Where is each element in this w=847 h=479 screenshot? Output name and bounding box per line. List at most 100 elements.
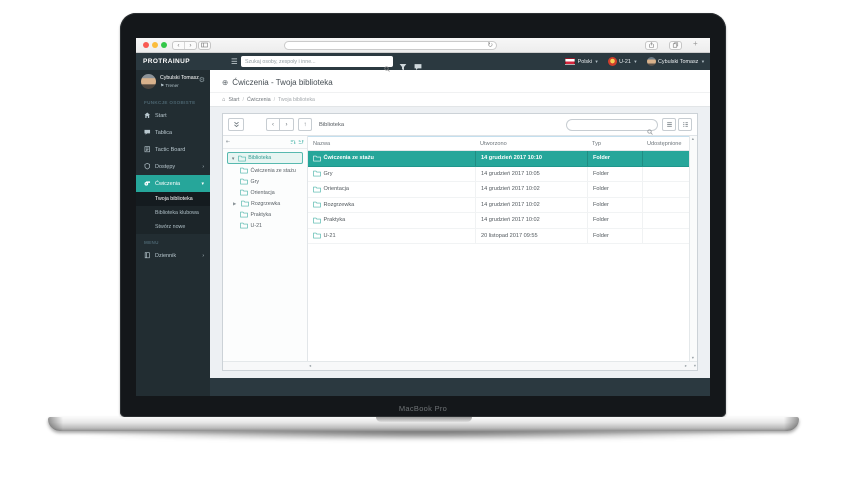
chevron-down-icon: ▼ <box>701 59 705 64</box>
collapse-tree-icon[interactable]: ⇤ <box>226 139 230 145</box>
scroll-right-icon[interactable]: ▸ <box>685 363 687 368</box>
table-row-orientacja[interactable]: Orientacja14 grudzień 2017 10:02Folder <box>308 182 689 198</box>
sidebar-section-label: FUNKCJE OSOBISTE <box>136 94 210 107</box>
history-group: ‹ › <box>266 118 294 131</box>
sidebar-item-label: Start <box>155 113 167 119</box>
laptop-base-notch <box>376 417 472 422</box>
cell-shared <box>642 198 689 213</box>
filter-icon[interactable] <box>399 58 407 66</box>
global-search-input[interactable] <box>241 56 393 67</box>
browser-back-button[interactable]: ‹ <box>173 42 184 49</box>
menu-toggle-icon[interactable]: ☰ <box>231 57 238 66</box>
user-menu[interactable]: Cybulski Tomasz ▼ <box>647 57 706 66</box>
sort-desc-icon[interactable] <box>298 139 304 145</box>
cell-name: Orientacja <box>324 186 350 192</box>
sidebar-item-tactic-board[interactable]: Tactic Board <box>136 141 210 158</box>
tree-item-label: Rozgrzewka <box>251 201 280 207</box>
scroll-up-icon[interactable]: ▲ <box>691 137 695 141</box>
caret-right-icon[interactable]: ▶ <box>233 201 238 207</box>
sort-asc-icon[interactable] <box>290 139 296 145</box>
close-window-button[interactable] <box>143 42 149 48</box>
list-view-button[interactable] <box>662 118 676 131</box>
search-icon <box>647 122 653 128</box>
column-header-utworzono[interactable]: Utworzono <box>475 141 587 147</box>
tab-overview-button[interactable] <box>669 41 682 50</box>
address-bar[interactable]: ↻ <box>284 41 497 50</box>
table-row-u-21[interactable]: U-2120 listopad 2017 09:55Folder <box>308 229 689 245</box>
explorer-search-input[interactable] <box>566 119 658 131</box>
column-header-udost-pnione[interactable]: Udostępnione <box>642 141 689 147</box>
cell-name: Rozgrzewka <box>324 202 355 208</box>
tree-item-gry[interactable]: Gry <box>225 176 305 187</box>
scroll-left-icon[interactable]: ◂ <box>309 363 311 368</box>
sidebar-item-start[interactable]: Start <box>136 107 210 124</box>
vertical-scrollbar[interactable]: ▲ ▼ <box>689 136 697 361</box>
horizontal-scrollbar[interactable]: ◂ ▸ ▾ <box>223 361 697 370</box>
breadcrumb-exercises[interactable]: Ćwiczenia <box>247 97 271 103</box>
history-nav-group: ‹ › <box>172 41 197 50</box>
nav-back-button[interactable]: ‹ <box>266 118 280 131</box>
page-header: ⊕ Ćwiczenia - Twoja biblioteka ⌂ Start /… <box>210 70 710 107</box>
table-row-praktyka[interactable]: Praktyka14 grudzień 2017 10:02Folder <box>308 213 689 229</box>
folder-icon <box>313 201 321 208</box>
tree-item-rozgrzewka[interactable]: ▶ Rozgrzewka <box>225 198 305 209</box>
go-up-button[interactable]: ↑ <box>298 118 312 131</box>
tree-item-label: Praktyka <box>251 212 272 218</box>
table-row-rozgrzewka[interactable]: Rozgrzewka14 grudzień 2017 10:02Folder <box>308 198 689 214</box>
sidebar-item-dost-py[interactable]: Dostępy› <box>136 158 210 175</box>
nav-forward-button[interactable]: › <box>280 118 294 131</box>
sidebar-subitem-twoja-biblioteka[interactable]: Twoja biblioteka <box>136 192 210 206</box>
app-logo[interactable]: PROTRAINUP <box>143 58 190 65</box>
folder-icon <box>313 170 321 177</box>
folder-icon <box>241 200 249 207</box>
device-label: MacBook Pro <box>120 404 726 413</box>
zoom-window-button[interactable] <box>161 42 167 48</box>
breadcrumb-separator: / <box>242 97 243 103</box>
tree-item-praktyka[interactable]: Praktyka <box>225 209 305 220</box>
reload-icon[interactable]: ↻ <box>488 41 493 49</box>
cell-created: 14 grudzień 2017 10:05 <box>475 167 587 182</box>
sidebar-item-wiczenia[interactable]: Ćwiczenia▾ <box>136 175 210 192</box>
tree-root-library[interactable]: ▼Biblioteka <box>227 152 303 164</box>
avatar <box>647 57 656 66</box>
home-icon[interactable]: ⌂ <box>222 98 226 102</box>
board-icon <box>144 146 155 153</box>
team-menu[interactable]: U-21 ▼ <box>608 57 638 66</box>
table-body: Ćwiczenia ze stażu14 grudzień 2017 10:10… <box>308 151 689 361</box>
share-button[interactable] <box>645 41 658 50</box>
browser-forward-button[interactable]: › <box>184 42 196 49</box>
sidebar-item-label: Dziennik <box>155 253 176 259</box>
tabs-icon <box>672 42 679 48</box>
scroll-down-icon[interactable]: ▼ <box>691 356 695 360</box>
table-row-gry[interactable]: Gry14 grudzień 2017 10:05Folder <box>308 167 689 183</box>
gear-icon[interactable]: ⚙ <box>199 76 205 84</box>
tree-item-orientacja[interactable]: Orientacja <box>225 187 305 198</box>
language-menu[interactable]: Polski ▼ <box>565 58 599 65</box>
sidebar-subitem-stw-rz-nowe[interactable]: Stwórz nowe <box>136 220 210 234</box>
column-header-nazwa[interactable]: Nazwa <box>308 141 475 147</box>
messages-icon[interactable] <box>414 58 422 66</box>
detail-list-icon <box>682 121 689 128</box>
sidebar-subitem-biblioteka-klubowa[interactable]: Biblioteka klubowa <box>136 206 210 220</box>
browser-toolbar: ‹ › ↻ + <box>136 38 710 53</box>
breadcrumb-start[interactable]: Start <box>229 97 240 103</box>
share-icon <box>648 42 655 48</box>
search-icon[interactable] <box>384 59 390 65</box>
sidebar-item-tablica[interactable]: Tablica <box>136 124 210 141</box>
table-row-wiczenia-ze-sta-u[interactable]: Ćwiczenia ze stażu14 grudzień 2017 10:10… <box>308 151 689 167</box>
minimize-window-button[interactable] <box>152 42 158 48</box>
sidebar-user-panel: Cybulski Tomasz ⚑ Trener ⚙ <box>136 70 210 94</box>
browser-sidebar-button[interactable] <box>198 41 211 50</box>
tree-item-wiczenia-ze-sta-u[interactable]: Ćwiczenia ze stażu <box>225 165 305 176</box>
column-header-typ[interactable]: Typ <box>587 141 642 147</box>
detail-view-button[interactable] <box>678 118 692 131</box>
new-tab-button[interactable]: + <box>693 39 698 48</box>
sidebar-item-dziennik[interactable]: Dziennik› <box>136 247 210 264</box>
explorer-toolbar: ‹ › ↑ Biblioteka <box>223 114 697 136</box>
sidebar-user-name: Cybulski Tomasz <box>160 75 199 81</box>
collapse-panel-button[interactable] <box>228 118 244 131</box>
sidebar-user-role: ⚑ Trener <box>160 83 179 89</box>
team-label: U-21 <box>619 59 631 65</box>
tree-item-u-21[interactable]: U-21 <box>225 220 305 231</box>
poland-flag-icon <box>565 58 575 65</box>
